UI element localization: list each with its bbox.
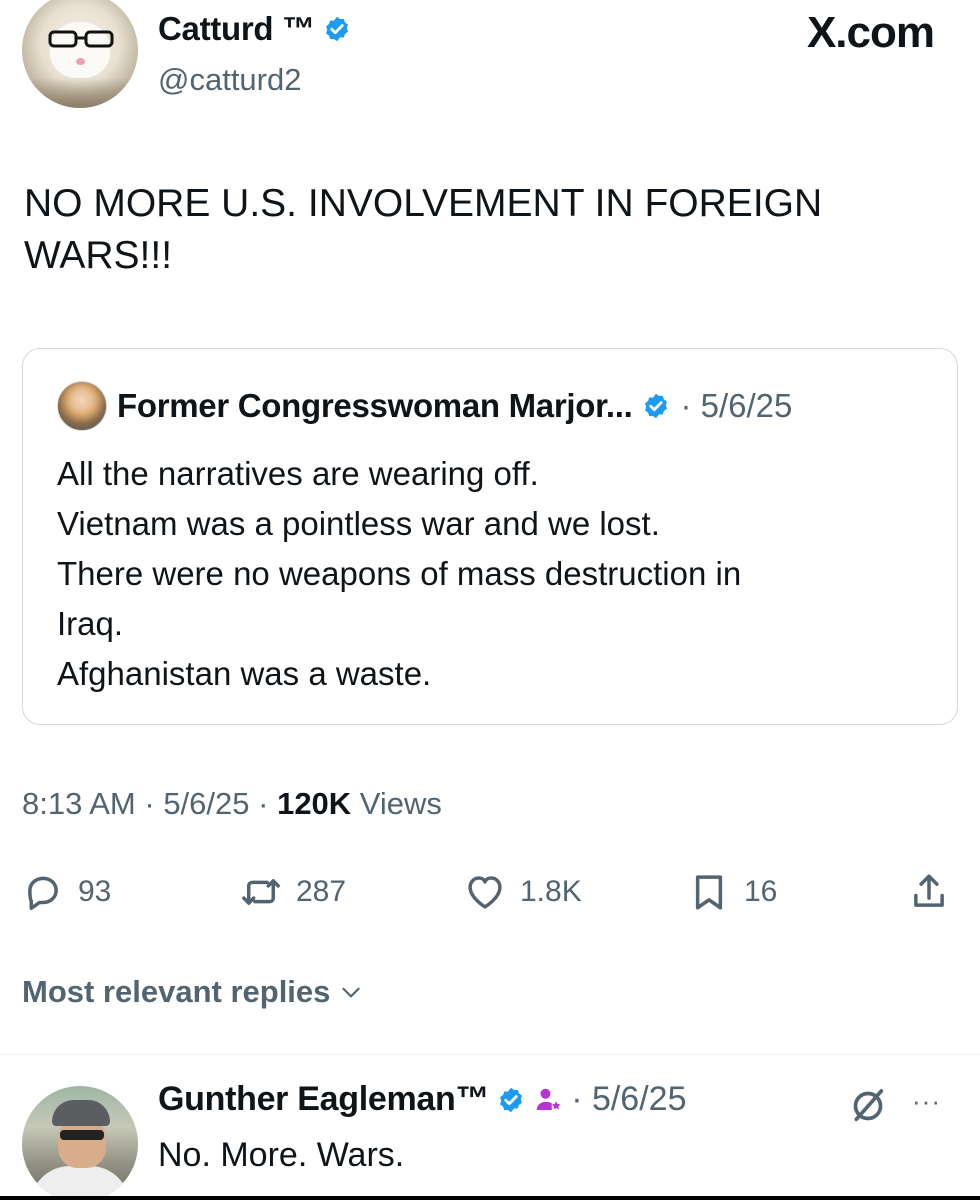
post-text: NO MORE U.S. INVOLVEMENT IN FOREIGN WARS… (24, 182, 823, 277)
post-meta: 8:13 AM · 5/6/25 · 120K Views (22, 786, 442, 822)
more-options-icon[interactable]: ··· (912, 1086, 941, 1117)
quoted-post-line: Iraq. (57, 605, 124, 642)
like-button[interactable]: 1.8K (464, 862, 582, 922)
reply-count: 93 (78, 875, 112, 908)
quoted-post-line: Vietnam was a pointless war and we lost. (57, 505, 660, 542)
reply-date: · 5/6/25 (571, 1080, 687, 1118)
verified-badge-icon (325, 16, 348, 42)
quoted-author-name: Former Congresswoman Marjor... (117, 387, 633, 424)
reply-author-avatar[interactable] (22, 1086, 138, 1200)
quoted-post-line: There were no weapons of mass destructio… (57, 555, 742, 592)
post-page: Catturd ™ @catturd2 X.com NO MORE U.S. I… (0, 0, 980, 1200)
verified-badge-icon (500, 1087, 523, 1112)
quoted-post-line: Afghanistan was a waste. (57, 655, 432, 692)
reply-button[interactable]: 93 (22, 862, 111, 922)
divider (0, 1054, 980, 1055)
replies-sort-dropdown[interactable]: Most relevant replies (22, 974, 364, 1010)
share-button[interactable] (908, 862, 950, 922)
author-avatar[interactable] (22, 0, 138, 108)
meta-separator: · (249, 786, 278, 821)
bottom-edge (0, 1196, 980, 1200)
reply-icon (28, 876, 58, 911)
heart-icon (468, 876, 502, 909)
post-date[interactable]: 5/6/25 (163, 786, 249, 821)
grok-icon[interactable] (848, 1086, 888, 1126)
views-count: 120K (277, 786, 352, 821)
chevron-down-icon (342, 987, 361, 998)
views-label: Views (351, 786, 442, 821)
author-handle[interactable]: @catturd2 (158, 62, 301, 98)
reply-header: Gunther Eagleman™ · 5/6/25 (158, 1080, 687, 1119)
meta-separator: · (135, 786, 164, 821)
share-icon (914, 874, 944, 907)
site-brand-logo: X.com (806, 8, 935, 57)
replies-sort-label: Most relevant replies (22, 974, 331, 1009)
reply-author-name[interactable]: Gunther Eagleman™ (158, 1080, 489, 1119)
author-name[interactable]: Catturd ™ (158, 10, 315, 48)
avatar-cap (52, 1100, 110, 1126)
quoted-author-avatar (57, 381, 107, 431)
quoted-post-card[interactable]: Former Congresswoman Marjor... · 5/6/25 … (22, 348, 958, 725)
affiliate-badge-icon (536, 1088, 561, 1110)
repost-icon (242, 879, 280, 905)
avatar-sunglasses (60, 1130, 104, 1140)
bookmark-button[interactable]: 16 (688, 862, 777, 922)
avatar-glasses (48, 30, 114, 48)
quoted-post-line: All the narratives are wearing off. (57, 455, 539, 492)
quoted-post-header: Former Congresswoman Marjor... · 5/6/25 (57, 381, 792, 431)
post-time[interactable]: 8:13 AM (22, 786, 136, 821)
avatar-shadow (22, 78, 138, 108)
repost-button[interactable]: 287 (240, 862, 346, 922)
reply-text: No. More. Wars. (158, 1136, 405, 1174)
repost-count: 287 (296, 875, 347, 908)
verified-badge-icon (645, 393, 668, 419)
bookmark-count: 16 (744, 875, 778, 908)
bookmark-icon (695, 875, 723, 910)
quoted-post-date: · 5/6/25 (680, 387, 793, 424)
like-count: 1.8K (520, 875, 582, 908)
quoted-post-body: All the narratives are wearing off. Viet… (57, 449, 917, 699)
avatar-shirt (30, 1166, 130, 1200)
avatar-nose (76, 58, 85, 65)
author-name-row[interactable]: Catturd ™ (158, 10, 351, 48)
action-bar: 93 287 1.8K 16 (22, 862, 962, 922)
